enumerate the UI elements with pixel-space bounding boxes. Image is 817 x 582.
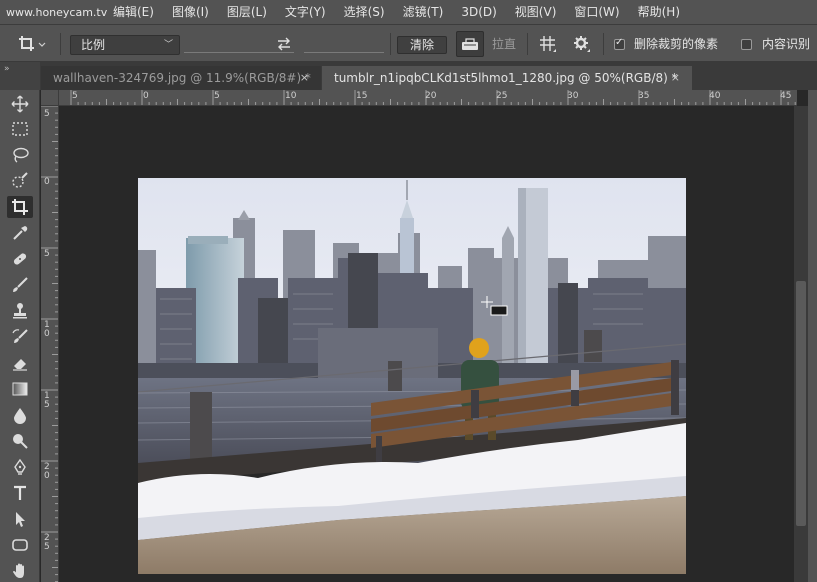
ruler-left: 5 0 5 1 0 1 5 2 0 2 5 (41, 106, 59, 582)
menu-select[interactable]: 选择(S) (335, 0, 394, 24)
ruler-top: 5 0 5 10 15 20 25 30 35 40 45 (59, 90, 797, 106)
eyedropper-icon[interactable] (7, 222, 33, 244)
document-tabs: » wallhaven-324769.jpg @ 11.9%(RGB/8#) *… (0, 62, 817, 90)
menu-edit[interactable]: 编辑(E) (104, 0, 163, 24)
shape-icon[interactable] (7, 534, 33, 556)
ruler-label: 5 (214, 91, 220, 101)
history-brush-icon[interactable] (7, 326, 33, 348)
tab-wallhaven[interactable]: wallhaven-324769.jpg @ 11.9%(RGB/8#) * × (41, 66, 321, 90)
move-icon[interactable] (7, 93, 33, 115)
tab-tumblr[interactable]: tumblr_n1ipqbCLKd1st5lhmo1_1280.jpg @ 50… (322, 66, 692, 90)
ruler-label: 0 (143, 91, 149, 101)
crop-icon[interactable] (7, 196, 33, 218)
ruler-label: 2 0 (44, 462, 50, 481)
dodge-icon[interactable] (7, 430, 33, 452)
ratio-select[interactable]: 比例 ﹀ (70, 35, 180, 55)
clear-button[interactable]: 清除 (397, 36, 447, 54)
scrollbar-thumb[interactable] (796, 281, 806, 526)
ruler-label: 15 (356, 91, 368, 101)
crop-tool-preset-icon[interactable] (18, 25, 46, 63)
lasso-icon[interactable] (7, 144, 33, 166)
photo-nyc-bench (138, 178, 686, 574)
ruler-label: 45 (780, 91, 792, 101)
menu-3d[interactable]: 3D(D) (452, 0, 505, 24)
straighten-icon[interactable] (456, 31, 484, 57)
quick-select-icon[interactable] (7, 170, 33, 192)
menu-filter[interactable]: 滤镜(T) (394, 0, 453, 24)
separator (390, 33, 391, 55)
blur-icon[interactable] (7, 404, 33, 426)
ruler-label: 2 5 (44, 533, 50, 552)
tools-panel (0, 90, 40, 582)
stamp-icon[interactable] (7, 300, 33, 322)
gradient-icon[interactable] (7, 378, 33, 400)
menu-bar: www.honeycam.tv 编辑(E) 图像(I) 图层(L) 文字(Y) … (0, 0, 817, 24)
ruler-label: 25 (496, 91, 508, 101)
ruler-label: 5 (72, 91, 78, 101)
menu-type[interactable]: 文字(Y) (276, 0, 335, 24)
collapse-panels-button[interactable]: » (0, 62, 40, 90)
ruler-label: 30 (567, 91, 579, 101)
menu-view[interactable]: 视图(V) (506, 0, 566, 24)
content-aware-label: 内容识别 (762, 37, 811, 51)
ruler-label: 0 (44, 177, 50, 187)
document-image[interactable] (138, 178, 686, 574)
delete-cropped-label: 删除裁剪的像素 (634, 37, 719, 51)
panel-edge (808, 90, 817, 582)
gear-icon[interactable] (573, 25, 591, 63)
ruler-label: 5 (44, 109, 50, 119)
eraser-icon[interactable] (7, 352, 33, 374)
separator (60, 33, 61, 55)
separator (603, 33, 604, 55)
type-icon[interactable] (7, 482, 33, 504)
close-icon[interactable]: × (671, 66, 680, 90)
marquee-icon[interactable] (7, 118, 33, 140)
menu-layer[interactable]: 图层(L) (218, 0, 276, 24)
pen-icon[interactable] (7, 456, 33, 478)
straighten-label[interactable]: 拉直 (492, 36, 516, 52)
separator (527, 33, 528, 55)
ruler-label: 35 (638, 91, 650, 101)
menu-window[interactable]: 窗口(W) (565, 0, 628, 24)
ruler-label: 1 0 (44, 320, 50, 339)
document-canvas[interactable] (59, 106, 794, 582)
ratio-select-value: 比例 (81, 38, 106, 52)
height-field[interactable] (304, 37, 384, 53)
tab-label: tumblr_n1ipqbCLKd1st5lhmo1_1280.jpg @ 50… (334, 71, 678, 85)
ruler-label: 40 (709, 91, 721, 101)
grid-overlay-icon[interactable] (538, 25, 558, 63)
chevron-down-icon: ﹀ (163, 40, 173, 50)
menu-image[interactable]: 图像(I) (163, 0, 218, 24)
vertical-scrollbar[interactable] (794, 106, 808, 582)
watermark: www.honeycam.tv (6, 5, 108, 19)
options-bar: 比例 ﹀ 清除 拉直 删除裁剪的像素 内容识别 (0, 24, 817, 62)
hand-icon[interactable] (7, 560, 33, 582)
menu-help[interactable]: 帮助(H) (629, 0, 689, 24)
ruler-label: 10 (285, 91, 297, 101)
ruler-label: 1 5 (44, 391, 50, 410)
ruler-label: 5 (44, 249, 50, 259)
healing-icon[interactable] (7, 248, 33, 270)
path-select-icon[interactable] (7, 508, 33, 530)
close-icon[interactable]: × (300, 66, 309, 90)
swap-icon[interactable] (276, 25, 292, 63)
ruler-corner (41, 90, 59, 106)
tab-label: wallhaven-324769.jpg @ 11.9%(RGB/8#) * (53, 71, 311, 85)
ruler-label: 20 (425, 91, 437, 101)
delete-cropped-checkbox[interactable] (614, 37, 625, 50)
content-aware-checkbox[interactable] (741, 39, 752, 50)
brush-icon[interactable] (7, 274, 33, 296)
